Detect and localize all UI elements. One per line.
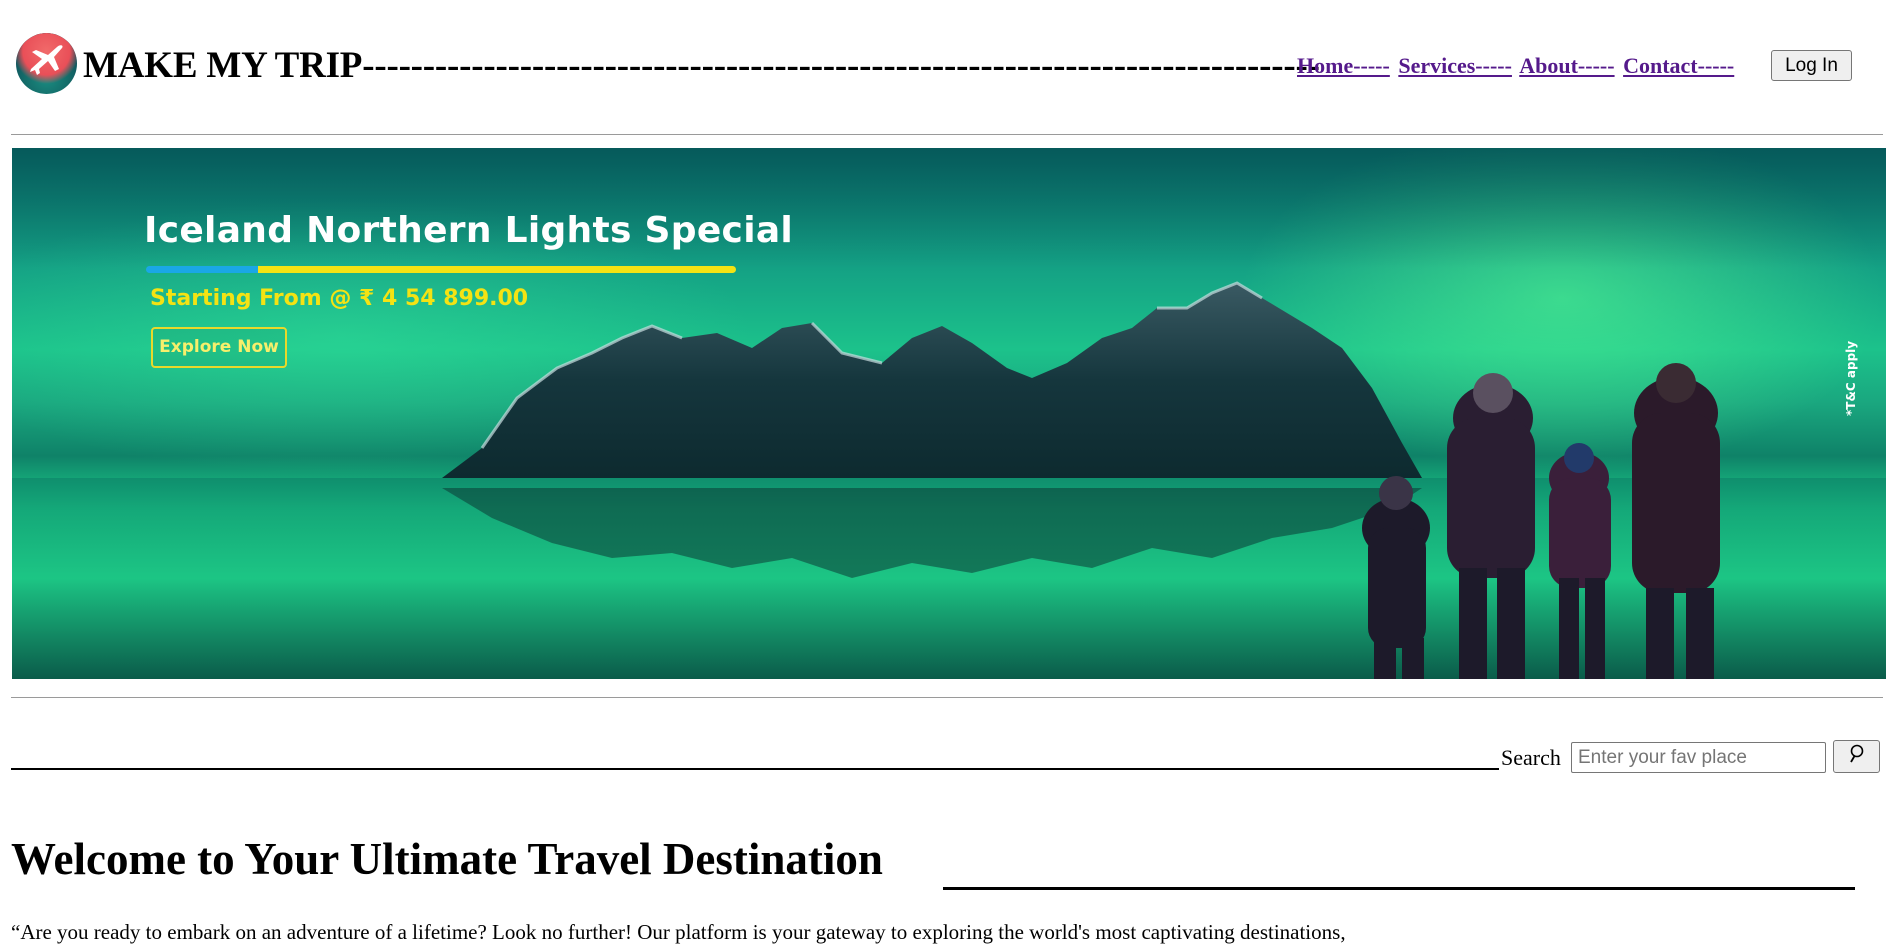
search-input[interactable] <box>1571 742 1826 773</box>
nav-contact-link[interactable]: Contact----- <box>1623 53 1734 78</box>
welcome-heading: Welcome to Your Ultimate Travel Destinat… <box>11 834 883 884</box>
nav-services-link[interactable]: Services----- <box>1398 53 1512 78</box>
nav-about-link[interactable]: About----- <box>1519 53 1614 78</box>
explore-now-button[interactable]: Explore Now <box>151 327 287 368</box>
intro-paragraph: “Are you ready to embark on an adventure… <box>11 920 1346 944</box>
search-icon <box>1849 744 1863 763</box>
main-nav: Home----- Services----- About----- Conta… <box>1297 53 1737 79</box>
login-button[interactable]: Log In <box>1771 50 1852 81</box>
divider <box>11 134 1883 135</box>
heading-underline <box>943 887 1855 890</box>
divider <box>11 697 1883 698</box>
search-button[interactable] <box>1833 740 1880 773</box>
search-underline <box>11 768 1499 770</box>
header: MAKE MY TRIP----------------------------… <box>0 0 1896 134</box>
banner-price: Starting From @ ₹ 4 54 899.00 <box>150 286 529 311</box>
terms-note: *T&C apply <box>1844 340 1858 416</box>
search-bar: Search <box>11 735 1891 775</box>
banner-title: Iceland Northern Lights Special <box>144 210 794 251</box>
search-label: Search <box>1501 745 1561 770</box>
banner-title-underline <box>146 266 736 273</box>
brand-title: MAKE MY TRIP----------------------------… <box>83 45 1320 86</box>
airplane-globe-icon[interactable] <box>16 33 77 94</box>
nav-home-link[interactable]: Home----- <box>1297 53 1390 78</box>
promo-banner[interactable]: Iceland Northern Lights Special Starting… <box>12 148 1886 679</box>
